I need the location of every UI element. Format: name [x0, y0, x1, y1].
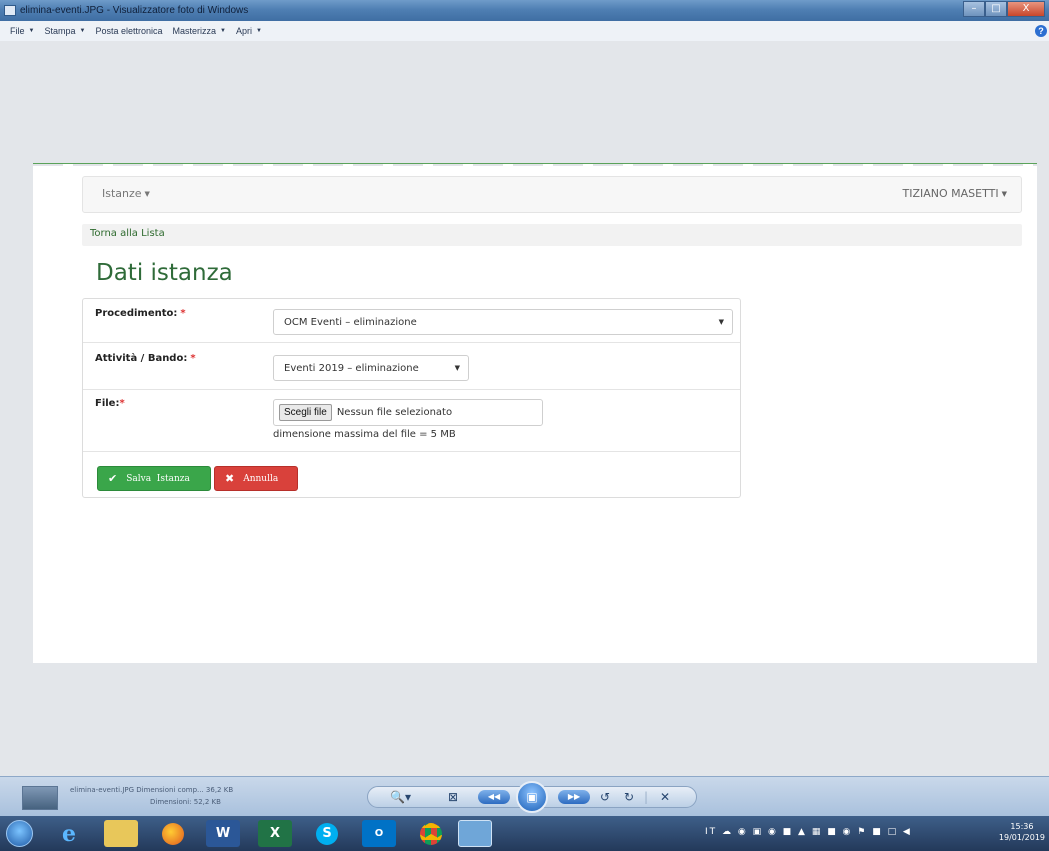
chevron-down-icon: ▼ — [220, 28, 226, 34]
istanze-menu[interactable]: Istanze ▼ — [102, 187, 150, 200]
photo-viewer-app-icon — [4, 5, 16, 16]
photo-top-strip — [33, 164, 1037, 166]
save-instance-button[interactable]: ✔ Salva Istanza — [97, 466, 211, 491]
check-icon: ✔ — [108, 472, 118, 485]
attivita-label: Attività / Bando: * — [95, 353, 196, 364]
chevron-down-icon: ▼ — [28, 28, 35, 34]
file-thumbnail — [22, 786, 58, 810]
viewer-control-bar: elimina-eventi.JPG Dimensioni comp... 36… — [0, 776, 1049, 816]
caret-down-icon: ▼ — [144, 190, 150, 198]
caret-down-icon: ▼ — [1001, 190, 1007, 198]
menu-posta-elettronica[interactable]: Posta elettronica — [95, 26, 162, 36]
cancel-button[interactable]: ✖ Annulla — [214, 466, 298, 491]
form-row-file: File:* Scegli file Nessun file seleziona… — [83, 390, 740, 452]
windows-taskbar: e W X S O IT ☁ ◉ ▣ ◉ ■ ▲ ▦ ■ ◉ ⚑ ■ □ ◀ 1… — [0, 816, 1049, 851]
file-input[interactable]: Scegli file Nessun file selezionato — [273, 399, 543, 426]
chevron-down-icon: ▼ — [454, 364, 460, 372]
word-icon[interactable]: W — [206, 820, 240, 847]
menu-file[interactable]: File ▼ — [10, 26, 34, 36]
web-navbar: Istanze ▼ TIZIANO MASETTI ▼ — [82, 176, 1022, 213]
window-titlebar: elimina-eventi.JPG - Visualizzatore foto… — [0, 0, 1049, 21]
excel-icon[interactable]: X — [258, 820, 292, 847]
page-title: Dati istanza — [96, 260, 233, 286]
rotate-left-icon[interactable]: ↺ — [600, 790, 610, 804]
required-mark: * — [119, 398, 125, 409]
actual-size-icon[interactable]: ⊠ — [448, 790, 458, 804]
photo-viewer-taskbar-icon[interactable] — [458, 820, 492, 847]
choose-file-button[interactable]: Scegli file — [279, 404, 332, 421]
maximize-button[interactable]: □ — [985, 1, 1007, 17]
procedimento-label: Procedimento: * — [95, 308, 186, 319]
chevron-down-icon: ▼ — [79, 28, 86, 34]
language-indicator[interactable]: IT — [705, 827, 717, 837]
procedimento-select[interactable]: OCM Eventi – eliminazione ▼ — [273, 309, 733, 335]
menu-masterizza[interactable]: Masterizza ▼ — [173, 26, 226, 36]
menu-stampa[interactable]: Stampa ▼ — [44, 26, 85, 36]
form-actions: ✔ Salva Istanza ✖ Annulla — [83, 452, 740, 498]
file-size-hint: dimensione massima del file = 5 MB — [273, 429, 456, 440]
start-button[interactable] — [6, 820, 33, 847]
required-mark: * — [180, 308, 186, 319]
menu-apri[interactable]: Apri ▼ — [236, 26, 262, 36]
close-icon: ✖ — [225, 472, 235, 485]
outlook-icon[interactable]: O — [362, 820, 396, 847]
firefox-icon[interactable] — [156, 820, 190, 847]
window-title: elimina-eventi.JPG - Visualizzatore foto… — [20, 5, 249, 16]
displayed-photo: Istanze ▼ TIZIANO MASETTI ▼ Torna alla Lis… — [33, 163, 1037, 663]
file-status-text: Nessun file selezionato — [336, 407, 453, 418]
skype-icon[interactable]: S — [310, 820, 344, 847]
delete-icon[interactable]: ✕ — [660, 790, 670, 804]
previous-button[interactable]: ◀◀ — [478, 790, 510, 804]
slideshow-button[interactable]: ▣ — [516, 781, 548, 813]
form-row-procedimento: Procedimento: * OCM Eventi – eliminazione… — [83, 299, 740, 343]
internet-explorer-icon[interactable]: e — [52, 820, 86, 847]
form-row-attivita: Attività / Bando: * Eventi 2019 – elimina… — [83, 343, 740, 390]
back-bar: Torna alla Lista — [82, 224, 1022, 246]
chevron-down-icon: ▼ — [718, 318, 724, 326]
system-clock[interactable]: 15:36 19/01/2019 — [999, 821, 1045, 843]
chevron-down-icon: ▼ — [255, 28, 262, 34]
help-icon[interactable]: ? — [1035, 25, 1047, 37]
file-explorer-icon[interactable] — [104, 820, 138, 847]
system-tray: IT ☁ ◉ ▣ ◉ ■ ▲ ▦ ■ ◉ ⚑ ■ □ ◀ — [705, 827, 912, 837]
next-button[interactable]: ▶▶ — [558, 790, 590, 804]
back-to-list-link[interactable]: Torna alla Lista — [90, 228, 165, 239]
window-controls: – □ X — [963, 1, 1045, 17]
viewer-menubar: File ▼ Stampa ▼ Posta elettronica Masteriz… — [0, 21, 1049, 41]
rotate-right-icon[interactable]: ↻ — [624, 790, 634, 804]
required-mark: * — [190, 353, 196, 364]
close-button[interactable]: X — [1007, 1, 1045, 17]
attivita-bando-select[interactable]: Eventi 2019 – eliminazione ▼ — [273, 355, 469, 381]
file-info: elimina-eventi.JPG Dimensioni comp... 36… — [70, 786, 234, 806]
divider: | — [644, 790, 649, 804]
minimize-button[interactable]: – — [963, 1, 985, 17]
viewer-controls-group: 🔍▾ ⊠ ◀◀ ▣ ▶▶ ↺ ↻ | ✕ — [367, 781, 697, 813]
form-panel: Procedimento: * OCM Eventi – eliminazione… — [82, 298, 741, 498]
tray-icons[interactable]: ☁ ◉ ▣ ◉ ■ ▲ ▦ ■ ◉ ⚑ ■ □ ◀ — [722, 827, 912, 837]
user-menu[interactable]: TIZIANO MASETTI ▼ — [903, 187, 1007, 200]
zoom-icon[interactable]: 🔍▾ — [390, 790, 411, 804]
file-label: File:* — [95, 398, 125, 409]
chrome-icon[interactable] — [414, 820, 448, 847]
